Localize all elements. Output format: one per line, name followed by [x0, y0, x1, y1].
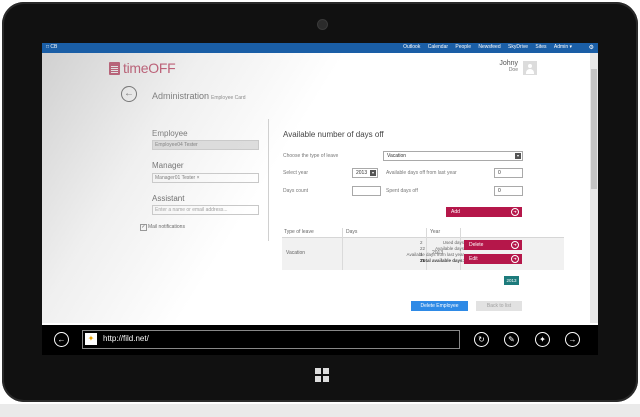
assistant-field[interactable]: Enter a name or email address...: [152, 205, 259, 215]
page-title: Administration Employee Card: [152, 91, 246, 101]
days-off-title: Available number of days off: [283, 130, 384, 139]
browser-navbar: ← ✦ http://fild.net/ ↻ ✎ ✦ →: [42, 325, 598, 355]
forward-icon[interactable]: →: [565, 332, 580, 347]
pin-icon[interactable]: ✎: [504, 332, 519, 347]
page-subtitle: Employee Card: [211, 95, 246, 101]
delete-employee-button[interactable]: Delete Employee: [411, 301, 468, 311]
edit-button[interactable]: Edit ➜: [464, 254, 522, 264]
page-title-text: Administration: [152, 91, 210, 101]
user-name[interactable]: Johny Doe: [486, 60, 518, 73]
spent-label: Spent days off: [386, 188, 418, 194]
table-header-year: Year: [430, 229, 441, 235]
manager-field[interactable]: Manager01 Tester ×: [152, 173, 259, 183]
gear-icon[interactable]: ⚙: [589, 44, 594, 51]
tools-icon[interactable]: ✦: [535, 332, 550, 347]
user-first-name: Johny: [499, 60, 518, 67]
year-chip[interactable]: 2013: [504, 276, 519, 285]
leave-type-label: Choose the type of leave: [283, 153, 339, 159]
suite-links: Outlook Calendar People Newsfeed SkyDriv…: [397, 44, 572, 50]
app-logo-text: timeOFF: [123, 60, 176, 76]
suite-link-people[interactable]: People: [455, 44, 471, 50]
days-count-input[interactable]: [352, 186, 381, 196]
detail-value: 22: [420, 246, 426, 251]
delete-button-label: Delete: [469, 242, 484, 248]
edit-button-label: Edit: [469, 256, 478, 262]
arrow-right-icon: ➜: [511, 208, 519, 216]
suite-link-outlook[interactable]: Outlook: [403, 44, 420, 50]
app-logo[interactable]: timeOFF: [109, 60, 176, 76]
address-bar[interactable]: ✦ http://fild.net/: [82, 330, 460, 349]
add-button-label: Add: [451, 209, 460, 215]
avatar[interactable]: [523, 61, 537, 75]
windows-logo-icon[interactable]: [315, 368, 329, 382]
arrow-right-icon: ➜: [511, 241, 519, 249]
row-leave-type: Vacation: [286, 250, 306, 256]
chevron-down-icon: ▾: [370, 170, 376, 176]
year-label: Select year: [283, 170, 309, 176]
suite-link-calendar[interactable]: Calendar: [428, 44, 448, 50]
table-col-divider: [342, 228, 343, 270]
detail-value-total: 21: [420, 258, 426, 263]
suite-link-admin[interactable]: Admin ▾: [554, 44, 572, 50]
url-text: http://fild.net/: [103, 334, 149, 343]
column-divider: [268, 119, 269, 241]
arrow-right-icon: ➜: [511, 255, 519, 263]
leave-type-value: Vacation: [387, 153, 407, 159]
add-button[interactable]: Add ➜: [446, 207, 522, 217]
assistant-label: Assistant: [152, 194, 185, 203]
delete-button[interactable]: Delete ➜: [464, 240, 522, 250]
back-to-list-button[interactable]: Back to list: [476, 301, 522, 311]
employee-field[interactable]: Employee04 Tester: [152, 140, 259, 150]
row-year: 2013: [432, 250, 444, 256]
mail-notifications-label: Mail notifications: [148, 224, 185, 230]
days-count-label: Days count: [283, 188, 309, 194]
detail-label-total: Total available days:: [420, 258, 464, 263]
calendar-logo-icon: [109, 61, 120, 75]
year-value: 2013: [356, 170, 368, 176]
scrollbar-thumb[interactable]: [591, 69, 597, 189]
detail-value: 2: [420, 240, 423, 245]
suite-link-sites[interactable]: Sites: [535, 44, 546, 50]
detail-value: 1: [420, 252, 423, 257]
site-link[interactable]: □ CB: [46, 44, 57, 50]
suite-link-newsfeed[interactable]: Newsfeed: [478, 44, 500, 50]
mail-notifications-checkbox[interactable]: ✓: [140, 224, 147, 231]
back-arrow-icon[interactable]: ←: [121, 86, 137, 102]
employee-label: Employee: [152, 129, 188, 138]
table-header-type: Type of leave: [284, 229, 314, 235]
spent-input[interactable]: 0: [494, 186, 523, 196]
last-year-label: Available days off from last year: [386, 170, 457, 176]
refresh-icon[interactable]: ↻: [474, 332, 489, 347]
favicon-icon: ✦: [85, 333, 97, 345]
chevron-down-icon: ▾: [515, 153, 521, 159]
detail-label: Used days: [442, 240, 464, 245]
camera-icon: [318, 20, 327, 29]
desk-surface: [0, 404, 640, 417]
leave-type-select[interactable]: Vacation ▾: [383, 151, 523, 161]
screen: □ CB Outlook Calendar People Newsfeed Sk…: [42, 43, 598, 355]
back-icon[interactable]: ←: [54, 332, 69, 347]
table-col-divider: [426, 228, 427, 270]
year-select[interactable]: 2013 ▾: [352, 168, 378, 178]
table-header-days: Days: [346, 229, 358, 235]
last-year-input[interactable]: 0: [494, 168, 523, 178]
scrollbar[interactable]: [590, 53, 598, 323]
sharepoint-suite-bar: □ CB Outlook Calendar People Newsfeed Sk…: [42, 43, 598, 53]
manager-label: Manager: [152, 161, 184, 170]
user-last-name: Doe: [508, 67, 518, 73]
suite-link-skydrive[interactable]: SkyDrive: [508, 44, 528, 50]
